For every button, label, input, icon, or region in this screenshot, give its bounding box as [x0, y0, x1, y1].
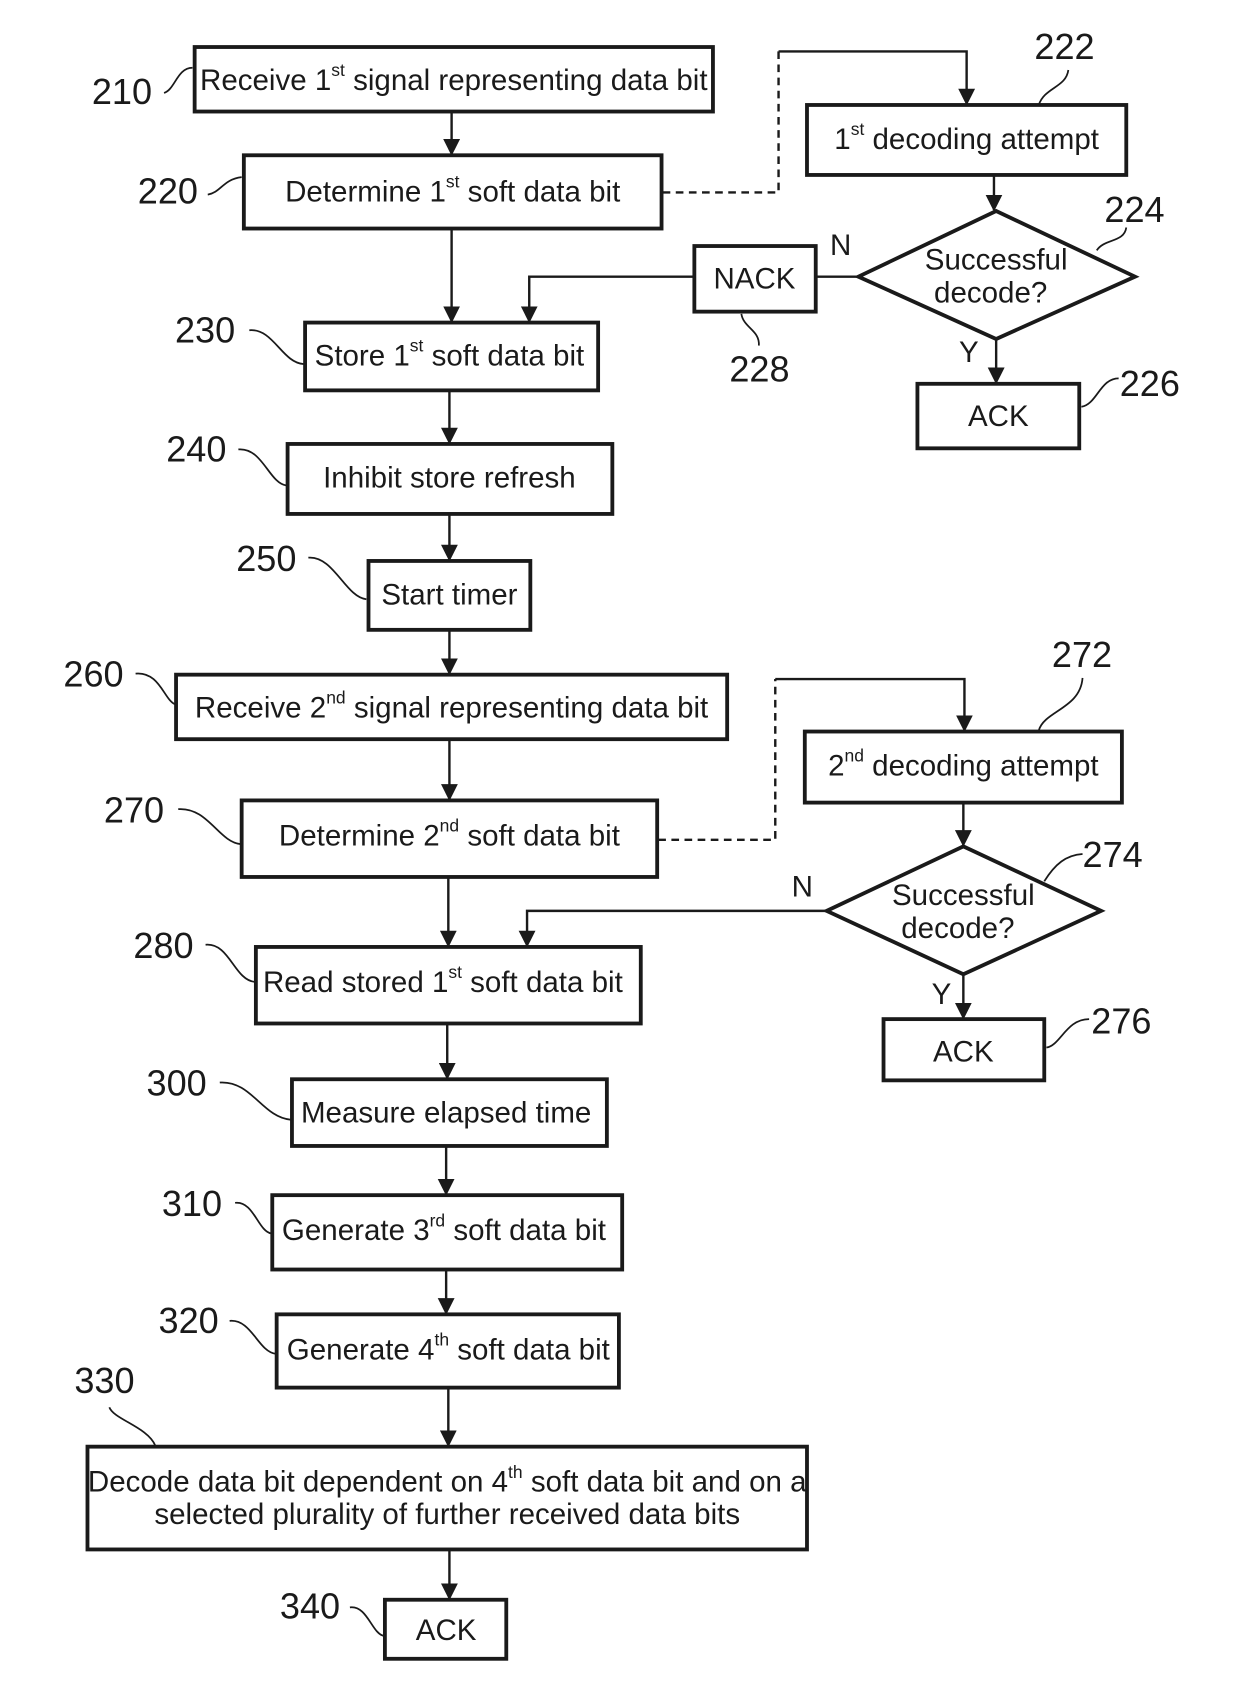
decision-224: Successful decode? 224 — [853, 189, 1165, 342]
no-label-274: N — [792, 871, 813, 904]
svg-text:NACK: NACK — [713, 262, 795, 295]
ref-label-330: 330 — [74, 1360, 134, 1401]
svg-text:Store 1st soft data bit: Store 1st soft data bit — [315, 336, 585, 372]
svg-text:Receive 2nd signal representin: Receive 2nd signal representing data bit — [195, 688, 708, 724]
svg-text:Start timer: Start timer — [381, 578, 517, 611]
svg-text:selected plurality of further: selected plurality of further received d… — [154, 1498, 740, 1531]
step-320: Generate 4th soft data bit 320 — [159, 1300, 621, 1390]
ref-label-240: 240 — [166, 428, 226, 469]
ref-label-280: 280 — [133, 925, 193, 966]
arrow-to-222 — [778, 50, 976, 106]
ref-label-220: 220 — [138, 170, 198, 211]
no-label-224: N — [830, 229, 851, 262]
ref-label-210: 210 — [92, 71, 152, 112]
ref-label-226: 226 — [1120, 363, 1180, 404]
svg-text:ACK: ACK — [968, 400, 1029, 433]
ref-label-228: 228 — [729, 349, 789, 390]
step-300: Measure elapsed time 300 — [147, 1063, 609, 1148]
svg-text:1st decoding attempt: 1st decoding attempt — [834, 119, 1099, 155]
ref-label-222: 222 — [1034, 26, 1094, 67]
step-226-ack: ACK 226 — [915, 363, 1180, 451]
ref-label-250: 250 — [236, 538, 296, 579]
step-276-ack: ACK 276 — [881, 1000, 1151, 1083]
ref-label-272: 272 — [1052, 634, 1112, 675]
ref-label-274: 274 — [1083, 834, 1143, 875]
svg-text:decode?: decode? — [901, 912, 1014, 945]
svg-text:ACK: ACK — [416, 1614, 477, 1647]
step-210: Receive 1st signal representing data bit… — [92, 45, 715, 114]
step-280: Read stored 1st soft data bit 280 — [133, 925, 643, 1026]
svg-text:Successful: Successful — [892, 879, 1035, 912]
ref-label-320: 320 — [159, 1300, 219, 1341]
yes-label-224: Y — [959, 336, 979, 369]
arrow-to-272 — [775, 677, 973, 733]
ref-label-300: 300 — [147, 1063, 207, 1104]
decision-274: Successful decode? 274 — [822, 834, 1143, 977]
step-240: Inhibit store refresh 240 — [166, 428, 615, 516]
step-230: Store 1st soft data bit 230 — [175, 309, 601, 393]
step-340: ACK 340 — [280, 1585, 509, 1661]
ref-label-340: 340 — [280, 1585, 340, 1626]
svg-text:Successful: Successful — [925, 244, 1068, 277]
arrow-nack-230 — [520, 275, 695, 324]
svg-text:Inhibit store refresh: Inhibit store refresh — [323, 461, 576, 494]
flowchart: Receive 1st signal representing data bit… — [63, 26, 1180, 1661]
svg-text:Receive 1st signal representin: Receive 1st signal representing data bit — [200, 60, 708, 96]
ref-label-230: 230 — [175, 309, 235, 350]
step-260: Receive 2nd signal representing data bit… — [63, 654, 730, 742]
svg-text:ACK: ACK — [933, 1035, 994, 1068]
svg-text:Read stored 1st soft data bit: Read stored 1st soft data bit — [263, 962, 623, 998]
ref-label-224: 224 — [1104, 189, 1164, 230]
ref-label-310: 310 — [162, 1183, 222, 1224]
yes-label-274: Y — [932, 978, 952, 1011]
step-250: Start timer 250 — [236, 538, 533, 632]
svg-text:Measure elapsed time: Measure elapsed time — [301, 1097, 591, 1130]
svg-text:2nd decoding attempt: 2nd decoding attempt — [828, 746, 1099, 782]
ref-label-270: 270 — [104, 789, 164, 830]
svg-text:decode?: decode? — [934, 277, 1047, 310]
svg-text:Decode data bit dependent on 4: Decode data bit dependent on 4th soft da… — [88, 1462, 807, 1498]
svg-text:Generate 4th soft data bit: Generate 4th soft data bit — [287, 1330, 610, 1366]
step-270: Determine 2nd soft data bit 270 — [104, 789, 660, 879]
ref-label-260: 260 — [63, 654, 123, 695]
step-310: Generate 3rd soft data bit 310 — [162, 1183, 625, 1272]
step-228-nack: NACK 228 — [692, 244, 818, 390]
arrow-274-280 — [518, 909, 827, 948]
ref-label-276: 276 — [1091, 1000, 1151, 1041]
step-220: Determine 1st soft data bit 220 — [138, 153, 664, 231]
